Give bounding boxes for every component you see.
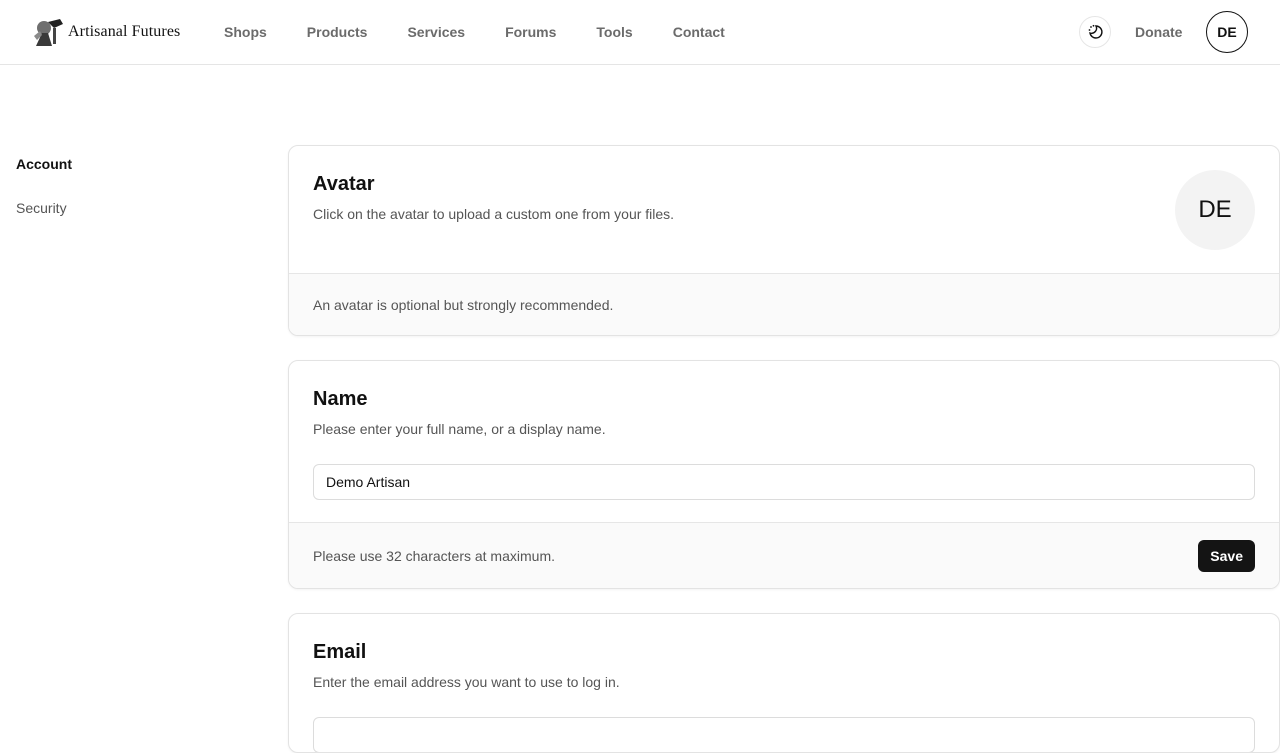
brand-name: Artisanal Futures [68,23,181,40]
name-input[interactable] [313,464,1255,500]
avatar-card: Avatar Click on the avatar to upload a c… [288,145,1280,336]
avatar-upload-button[interactable]: DE [1175,170,1255,250]
nav-forums[interactable]: Forums [505,24,556,40]
nav-services[interactable]: Services [407,24,465,40]
name-card-description: Please enter your full name, or a displa… [313,421,606,437]
sidebar-item-security[interactable]: Security [16,200,72,218]
email-card-title: Email [313,641,367,663]
name-footer-text: Please use 32 characters at maximum. [313,547,555,564]
user-initials: DE [1217,24,1237,40]
avatar-footer-text: An avatar is optional but strongly recom… [313,296,614,313]
donate-link[interactable]: Donate [1135,24,1182,40]
nav-products[interactable]: Products [307,24,368,40]
settings-sidebar: Account Security [16,156,72,244]
avatar-card-description: Click on the avatar to upload a custom o… [313,206,675,222]
avatar-initials: DE [1198,196,1232,223]
email-card-description: Enter the email address you want to use … [313,674,620,690]
moon-sun-icon [1088,24,1103,39]
theme-toggle-button[interactable] [1079,16,1111,48]
artisan-logo-icon [34,19,63,46]
save-name-button[interactable]: Save [1198,539,1255,572]
brand-link[interactable]: Artisanal Futures [30,16,180,48]
avatar-card-title: Avatar [313,173,375,195]
nav-contact[interactable]: Contact [673,24,725,40]
top-header: Artisanal Futures Shops Products Service… [0,0,1280,65]
name-card: Name Please enter your full name, or a d… [288,360,1280,589]
sidebar-item-account[interactable]: Account [16,156,72,174]
email-input[interactable] [313,717,1255,752]
name-card-footer: Please use 32 characters at maximum. Sav… [289,522,1279,588]
nav-shops[interactable]: Shops [224,24,267,40]
avatar-card-footer: An avatar is optional but strongly recom… [289,273,1279,335]
main-nav: Shops Products Services Forums Tools Con… [224,0,725,64]
nav-tools[interactable]: Tools [596,24,632,40]
user-avatar-button[interactable]: DE [1206,11,1248,53]
name-card-title: Name [313,388,368,410]
email-card: Email Enter the email address you want t… [288,613,1280,753]
